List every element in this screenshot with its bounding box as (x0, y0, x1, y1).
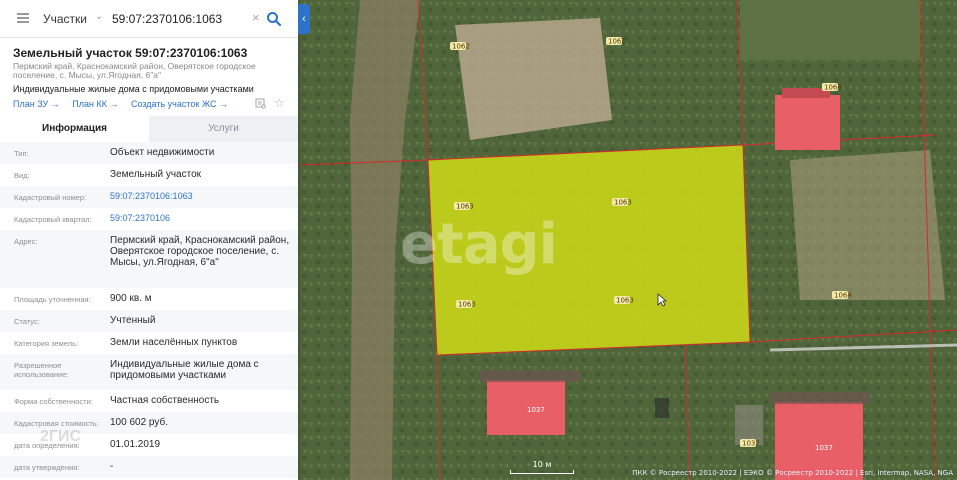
etagi-watermark: etagi (400, 212, 558, 277)
parcel-usage: Индивидуальные жилые дома с придомовыми … (13, 84, 254, 94)
property-row: Тип: Объект недвижимости (0, 142, 298, 164)
property-key: Вид: (14, 171, 30, 180)
parcel-address: Пермский край, Краснокамский район, Овер… (13, 61, 256, 80)
property-row: Кадастровый квартал: 59:07:2370106 (0, 208, 298, 230)
property-value: Пермский край, Краснокамский район, Овер… (110, 235, 290, 268)
soil-patch (455, 18, 612, 140)
property-key: Кадастровый номер: (14, 193, 87, 202)
property-value: - (110, 461, 114, 472)
svg-text:1037: 1037 (815, 444, 833, 452)
svg-text:1064: 1064 (834, 292, 852, 300)
info-panel: Участки ⌄ × Земельный участок 59:07:2370… (0, 0, 298, 480)
property-value: 900 кв. м (110, 293, 152, 304)
property-row: Вид: Земельный участок (0, 164, 298, 186)
parcel-title: Земельный участок 59:07:2370106:1063 (13, 46, 248, 60)
building[interactable] (487, 380, 565, 435)
menu-icon[interactable] (17, 13, 29, 23)
property-key: дата утверждения: (14, 463, 80, 472)
2gis-watermark: 2ГИС (40, 428, 82, 445)
mouse-cursor-icon (657, 293, 667, 307)
property-row: Разрешенное использование: Индивидуальные… (0, 354, 298, 390)
search-bar: Участки ⌄ × (0, 0, 298, 38)
property-row: Кадастровый номер: 59:07:2370106:1063 (0, 186, 298, 208)
property-key: Форма собственности: (14, 397, 93, 406)
svg-text:1062: 1062 (608, 38, 626, 46)
property-row: Категория земель: Земли населённых пункто… (0, 332, 298, 354)
property-key: Адрес: (14, 237, 38, 246)
svg-text:1037: 1037 (742, 440, 760, 448)
property-value: 100 602 руб. (110, 417, 168, 428)
property-row: Адрес: Пермский край, Краснокамский район… (0, 230, 298, 288)
tab-info[interactable]: Информация (0, 116, 149, 142)
layer-select[interactable]: Участки (43, 12, 87, 26)
building[interactable] (775, 95, 840, 150)
property-value: 01.01.2019 (110, 439, 161, 450)
property-row: Статус: Учтенный (0, 310, 298, 332)
property-key: Кадастровая стоимость: (14, 419, 99, 428)
property-key: Тип: (14, 149, 29, 158)
property-row: Форма собственности: Частная собственност… (0, 390, 298, 412)
search-icon[interactable] (266, 11, 282, 27)
svg-text:1063: 1063 (456, 203, 474, 211)
create-parcel-link[interactable]: Создать участок ЖС → (131, 99, 228, 109)
parcel-links: План ЗУ → План КК → Создать участок ЖС → (13, 99, 238, 109)
property-value: Учтенный (110, 315, 156, 326)
property-key: Категория земель: (14, 339, 79, 348)
tabs: Информация Услуги (0, 116, 298, 142)
property-value: Земли населённых пунктов (110, 337, 238, 348)
search-input[interactable] (112, 9, 252, 29)
svg-text:1062: 1062 (452, 43, 470, 51)
print-icon[interactable] (255, 98, 266, 109)
plan-kk-link[interactable]: План КК → (72, 99, 118, 109)
chevron-down-icon[interactable]: ⌄ (95, 11, 103, 22)
property-value: Индивидуальные жилые дома с придомовыми … (110, 359, 259, 381)
svg-text:1063: 1063 (614, 199, 632, 207)
property-key: Кадастровый квартал: (14, 215, 92, 224)
svg-text:1063: 1063 (616, 297, 634, 305)
property-value: Частная собственность (110, 395, 220, 406)
property-key: Статус: (14, 317, 40, 326)
property-value-link[interactable]: 59:07:2370106:1063 (110, 191, 290, 202)
property-value: Земельный участок (110, 169, 202, 180)
clear-icon[interactable]: × (252, 11, 260, 24)
map-attribution[interactable]: ПКК © Росреестр 2010-2022 | ЕЭКО © Росре… (628, 467, 957, 480)
svg-text:1064: 1064 (824, 84, 842, 92)
soil-patch (790, 150, 945, 300)
property-key: Разрешенное использование: (14, 361, 69, 379)
property-value-link[interactable]: 59:07:2370106 (110, 213, 290, 224)
property-row: дата утверждения: - (0, 456, 298, 478)
property-key: Площадь уточненная: (14, 295, 91, 304)
property-row: Площадь уточненная: 900 кв. м (0, 288, 298, 310)
tab-services[interactable]: Услуги (149, 116, 298, 142)
svg-text:1063: 1063 (458, 301, 476, 309)
collapse-panel-button[interactable]: ‹ (298, 4, 310, 34)
property-value: Объект недвижимости (110, 147, 215, 158)
scale-bar: 10 м (510, 460, 574, 474)
favorite-star-icon[interactable]: ☆ (274, 96, 285, 110)
plan-zu-link[interactable]: План ЗУ → (13, 99, 60, 109)
svg-text:1037: 1037 (527, 406, 545, 414)
scale-label: 10 м (532, 460, 552, 469)
